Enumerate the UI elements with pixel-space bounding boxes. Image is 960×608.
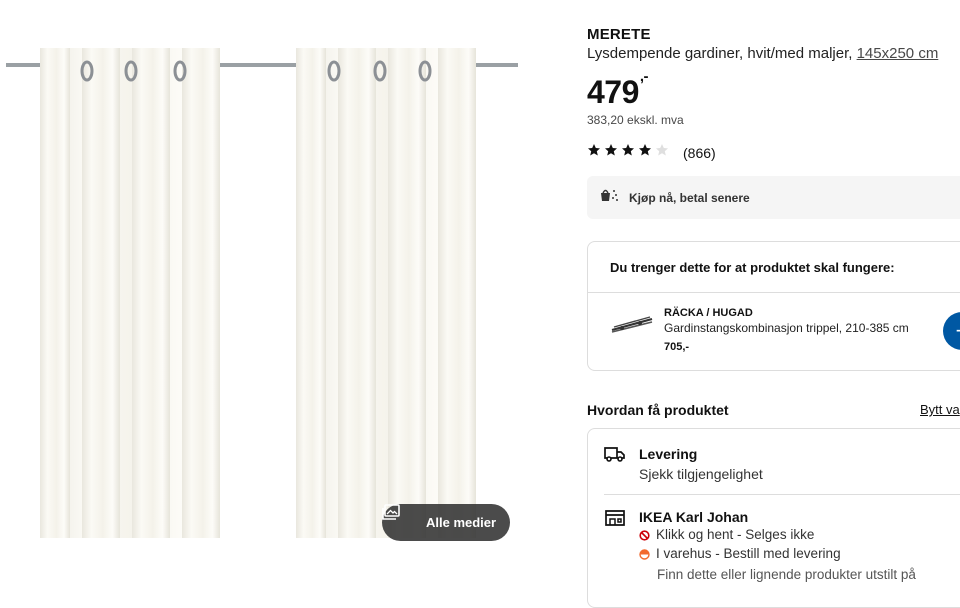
rating-count: (866) xyxy=(683,144,716,161)
required-item-name[interactable]: RÄCKA / HUGAD xyxy=(664,307,753,319)
all-media-button[interactable]: Alle medier xyxy=(382,504,510,541)
rating[interactable]: (866) xyxy=(587,143,716,162)
image-stack-icon xyxy=(382,504,416,531)
product-name: MERETE xyxy=(587,26,651,43)
truck-icon xyxy=(604,445,626,468)
find-in-showroom-text: Finn dette eller lignende produkter utst… xyxy=(657,567,916,582)
required-products-card: Du trenger dette for at produktet skal f… xyxy=(587,241,960,371)
required-item-description: Gardinstangskombinasjon trippel, 210-385… xyxy=(664,321,909,335)
curtain-rod-thumbnail[interactable] xyxy=(610,314,654,339)
change-store-link[interactable]: Bytt va xyxy=(920,402,960,417)
rating-stars xyxy=(587,143,672,162)
klarna-payment-icon xyxy=(599,187,619,208)
size-link[interactable]: 145x250 cm xyxy=(857,45,939,62)
required-products-title: Du trenger dette for at produktet skal f… xyxy=(610,260,895,275)
how-to-get-title: Hvordan få produktet xyxy=(587,402,729,418)
delivery-title[interactable]: Levering xyxy=(639,446,697,462)
plus-icon: + xyxy=(956,318,960,343)
product-description-text: Lysdempende gardiner, hvit/med maljer, xyxy=(587,45,857,62)
fulfillment-card: Levering Sjekk tilgjengelighet IKEA Karl… xyxy=(587,428,960,608)
star-filled-icon xyxy=(588,144,600,156)
product-gallery[interactable]: Alle medier xyxy=(0,0,560,589)
all-media-label: Alle medier xyxy=(426,515,497,530)
click-collect-status: Klikk og hent - Selges ikke xyxy=(639,527,814,542)
right-curtain-panel xyxy=(296,48,476,538)
price-value: 479 xyxy=(587,74,639,110)
store-title[interactable]: IKEA Karl Johan xyxy=(639,509,748,525)
star-empty-icon xyxy=(656,144,668,156)
store-icon xyxy=(604,509,626,532)
product-info-panel: MERETE Lysdempende gardiner, hvit/med ma… xyxy=(587,0,960,608)
star-filled-icon xyxy=(639,144,651,156)
product-price: 479,- xyxy=(587,68,649,111)
price-suffix: ,- xyxy=(639,68,649,85)
divider xyxy=(604,494,960,495)
delivery-subtitle: Sjekk tilgjengelighet xyxy=(639,466,763,482)
required-item-price: 705,- xyxy=(664,341,690,353)
star-filled-icon xyxy=(605,144,617,156)
pay-later-banner[interactable]: Kjøp nå, betal senere xyxy=(587,176,960,219)
click-collect-text: Klikk og hent - Selges ikke xyxy=(656,527,815,542)
product-description: Lysdempende gardiner, hvit/med maljer, 1… xyxy=(587,45,938,62)
in-store-status: I varehus - Bestill med levering xyxy=(639,546,841,561)
add-to-cart-button[interactable]: + xyxy=(943,312,960,350)
left-curtain-panel xyxy=(40,48,220,538)
unavailable-icon xyxy=(639,529,650,541)
divider xyxy=(588,292,960,293)
star-filled-icon xyxy=(622,144,634,156)
in-store-text: I varehus - Bestill med levering xyxy=(656,546,841,561)
price-excl-vat: 383,20 ekskl. mva xyxy=(587,113,684,127)
product-image[interactable] xyxy=(0,0,560,589)
partial-availability-icon xyxy=(639,548,650,560)
pay-later-label: Kjøp nå, betal senere xyxy=(629,190,750,205)
